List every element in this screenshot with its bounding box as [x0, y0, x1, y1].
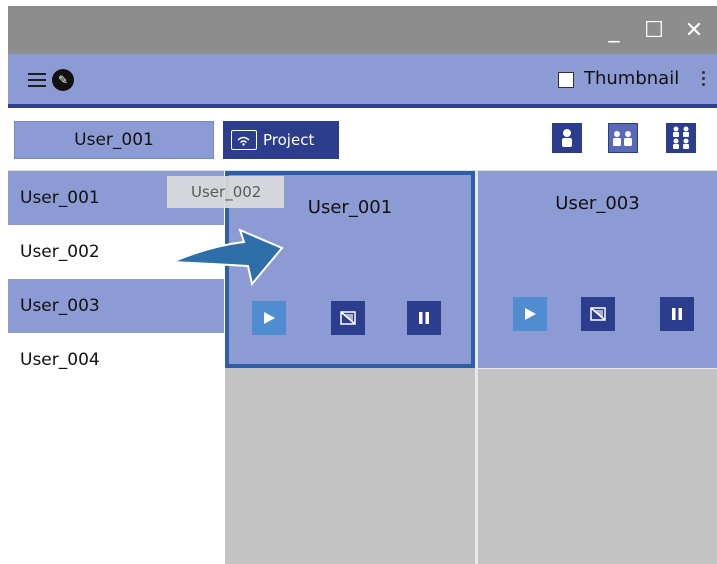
play-button[interactable] — [252, 301, 286, 335]
thumbnail-checkbox[interactable] — [558, 72, 574, 88]
thumbnail-label: Thumbnail — [584, 68, 680, 89]
tile-user-name: User_003 — [555, 193, 640, 214]
projection-tile-2[interactable]: User_003 — [478, 171, 717, 368]
pause-icon — [672, 308, 682, 320]
menu-bar: ✎ Thumbnail — [8, 54, 717, 108]
play-icon — [264, 312, 275, 324]
app-logo-icon[interactable]: ✎ — [52, 69, 74, 91]
minimize-button[interactable]: _ — [594, 6, 634, 54]
project-button-label: Project — [263, 131, 315, 149]
play-icon — [525, 308, 536, 320]
pause-button[interactable] — [660, 297, 694, 331]
toolbar: User_001 Project — [8, 108, 717, 171]
single-layout-button[interactable] — [552, 123, 582, 153]
maximize-button[interactable]: ☐ — [634, 6, 674, 54]
blank-screen-icon — [590, 307, 606, 321]
maximize-icon: ☐ — [644, 17, 664, 43]
two-users-icon — [613, 131, 632, 146]
title-bar: _ ☐ ✕ — [8, 6, 717, 54]
drag-arrow-icon — [171, 228, 284, 287]
minimize-icon: _ — [608, 17, 620, 43]
grid-divider — [478, 368, 717, 369]
pause-button[interactable] — [407, 301, 441, 335]
wireless-projector-icon — [231, 130, 257, 150]
blank-screen-icon — [340, 311, 356, 325]
more-options-icon[interactable] — [702, 68, 706, 90]
project-button[interactable]: Project — [223, 121, 339, 159]
drag-ghost-label: User_002 — [167, 176, 284, 208]
play-button[interactable] — [513, 297, 547, 331]
user-list-item[interactable]: User_004 — [8, 333, 224, 387]
blank-screen-button[interactable] — [581, 297, 615, 331]
hamburger-menu-icon[interactable] — [28, 73, 46, 87]
close-button[interactable]: ✕ — [674, 6, 714, 54]
four-users-icon — [673, 126, 689, 149]
single-user-icon — [562, 129, 572, 147]
blank-screen-button[interactable] — [331, 301, 365, 335]
dual-layout-button[interactable] — [608, 123, 638, 153]
quad-layout-button[interactable] — [666, 123, 696, 153]
close-icon: ✕ — [684, 17, 704, 43]
pause-icon — [419, 312, 429, 324]
current-user-field[interactable]: User_001 — [14, 121, 214, 159]
